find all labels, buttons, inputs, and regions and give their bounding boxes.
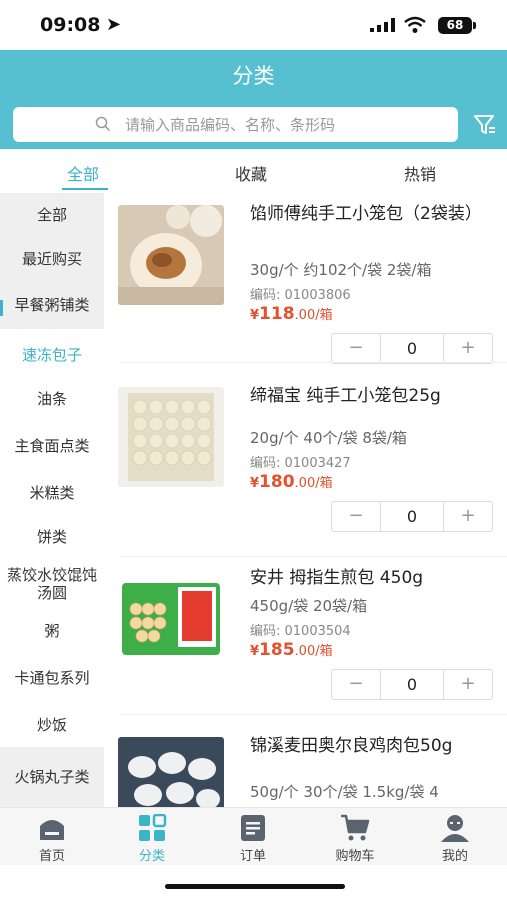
tab-favorites[interactable]: 收藏 — [235, 161, 267, 185]
nav-cart[interactable]: 购物车 — [320, 814, 390, 864]
nav-orders[interactable]: 订单 — [218, 814, 288, 864]
signal-icon — [370, 18, 395, 32]
home-indicator — [165, 884, 345, 889]
profile-icon — [441, 815, 469, 842]
tab-hot[interactable]: 热销 — [404, 161, 436, 185]
product-image — [118, 205, 224, 305]
cart-icon — [341, 814, 370, 841]
product-code: 编码: 01003427 — [250, 456, 351, 471]
product-spec: 50g/个 30个/袋 1.5kg/袋 4 — [250, 783, 439, 801]
battery-tip — [473, 22, 476, 29]
product-name: 馅师傅纯手工小笼包（2袋装） — [250, 204, 482, 224]
product-spec: 20g/个 40个/袋 8袋/箱 — [250, 429, 407, 447]
search-input[interactable] — [125, 111, 445, 138]
sidebar-item-porridge[interactable]: 粥 — [0, 609, 104, 653]
product-price: ¥185.00/箱 — [250, 640, 333, 660]
sidebar-item-fried-rice[interactable]: 炒饭 — [0, 703, 104, 747]
tab-bar: 全部 收藏 热销 — [0, 149, 507, 193]
status-time: 09:08 — [40, 14, 101, 36]
nav-category[interactable]: 分类 — [117, 814, 187, 864]
product-spec: 30g/个 约102个/袋 2袋/箱 — [250, 261, 432, 279]
product-card[interactable]: 安井 拇指生煎包 450g 450g/袋 20袋/箱 编码: 01003504 … — [104, 557, 507, 727]
tab-underline — [62, 188, 108, 190]
search-bar[interactable] — [13, 107, 458, 142]
sidebar-item-pancake[interactable]: 饼类 — [0, 515, 104, 559]
product-card[interactable]: 馅师傅纯手工小笼包（2袋装） 30g/个 约102个/袋 2袋/箱 编码: 01… — [104, 193, 507, 364]
category-icon — [139, 814, 167, 841]
nav-home[interactable]: 首页 — [17, 814, 87, 864]
product-name: 缔福宝 纯手工小笼包25g — [250, 386, 441, 406]
increase-button[interactable]: + — [444, 502, 492, 531]
header: 分类 — [0, 50, 507, 149]
product-name: 锦溪麦田奥尔良鸡肉包50g — [250, 736, 453, 756]
status-bar: 09:08 ➤ 68 — [0, 0, 507, 50]
quantity-stepper: − 0 + — [331, 669, 493, 700]
page-title: 分类 — [232, 64, 275, 88]
wifi-icon — [404, 16, 426, 33]
product-image — [118, 569, 224, 669]
sidebar-marker — [0, 300, 3, 316]
sidebar-item-dumplings[interactable]: 蒸饺水饺馄饨汤圆 — [0, 559, 104, 609]
quantity-stepper: − 0 + — [331, 501, 493, 532]
product-price: ¥118.00/箱 — [250, 304, 333, 324]
increase-button[interactable]: + — [444, 670, 492, 699]
product-price: ¥180.00/箱 — [250, 472, 333, 492]
orders-icon — [241, 815, 265, 841]
search-icon — [95, 116, 111, 132]
sidebar-item-youtiao[interactable]: 油条 — [0, 377, 104, 421]
tab-all[interactable]: 全部 — [67, 161, 99, 185]
bottom-nav: 首页 分类 订单 购物车 我的 — [0, 807, 507, 865]
product-list: 馅师傅纯手工小笼包（2袋装） 30g/个 约102个/袋 2袋/箱 编码: 01… — [104, 193, 507, 807]
product-card[interactable]: 缔福宝 纯手工小笼包25g 20g/个 40个/袋 8袋/箱 编码: 01003… — [104, 375, 507, 557]
product-card[interactable]: 锦溪麦田奥尔良鸡肉包50g 50g/个 30个/袋 1.5kg/袋 4 — [104, 725, 507, 807]
product-code: 编码: 01003504 — [250, 624, 351, 639]
sidebar-item-recent[interactable]: 最近购买 — [0, 237, 104, 281]
product-code: 编码: 01003806 — [250, 288, 351, 303]
home-icon — [40, 820, 64, 840]
sidebar-item-all[interactable]: 全部 — [0, 193, 104, 237]
sidebar-item-hotpot-balls[interactable]: 火锅丸子类 — [0, 747, 104, 807]
filter-icon[interactable] — [473, 113, 497, 137]
product-spec: 450g/袋 20袋/箱 — [250, 597, 368, 615]
decrease-button[interactable]: − — [332, 502, 380, 531]
product-image — [118, 737, 224, 807]
decrease-button[interactable]: − — [332, 670, 380, 699]
nav-profile[interactable]: 我的 — [420, 814, 490, 864]
increase-button[interactable]: + — [444, 334, 492, 363]
product-image — [118, 387, 224, 487]
product-name: 安井 拇指生煎包 450g — [250, 568, 424, 588]
sidebar-item-staple-pastry[interactable]: 主食面点类 — [0, 421, 104, 471]
quantity-value[interactable]: 0 — [380, 334, 444, 363]
battery-icon: 68 — [438, 17, 472, 34]
location-arrow-icon: ➤ — [106, 14, 122, 35]
quantity-stepper: − 0 + — [331, 333, 493, 364]
divider — [120, 362, 507, 363]
quantity-value[interactable]: 0 — [380, 502, 444, 531]
category-sidebar: 全部 最近购买 早餐粥铺类 速冻包子 油条 主食面点类 米糕类 饼类 蒸饺水饺馄… — [0, 193, 104, 807]
sidebar-item-cartoon-buns[interactable]: 卡通包系列 — [0, 653, 104, 703]
divider — [120, 714, 507, 715]
sidebar-item-frozen-buns[interactable]: 速冻包子 — [0, 333, 104, 377]
sidebar-item-rice-cake[interactable]: 米糕类 — [0, 471, 104, 515]
sidebar-item-breakfast[interactable]: 早餐粥铺类 — [0, 281, 104, 329]
decrease-button[interactable]: − — [332, 334, 380, 363]
quantity-value[interactable]: 0 — [380, 670, 444, 699]
